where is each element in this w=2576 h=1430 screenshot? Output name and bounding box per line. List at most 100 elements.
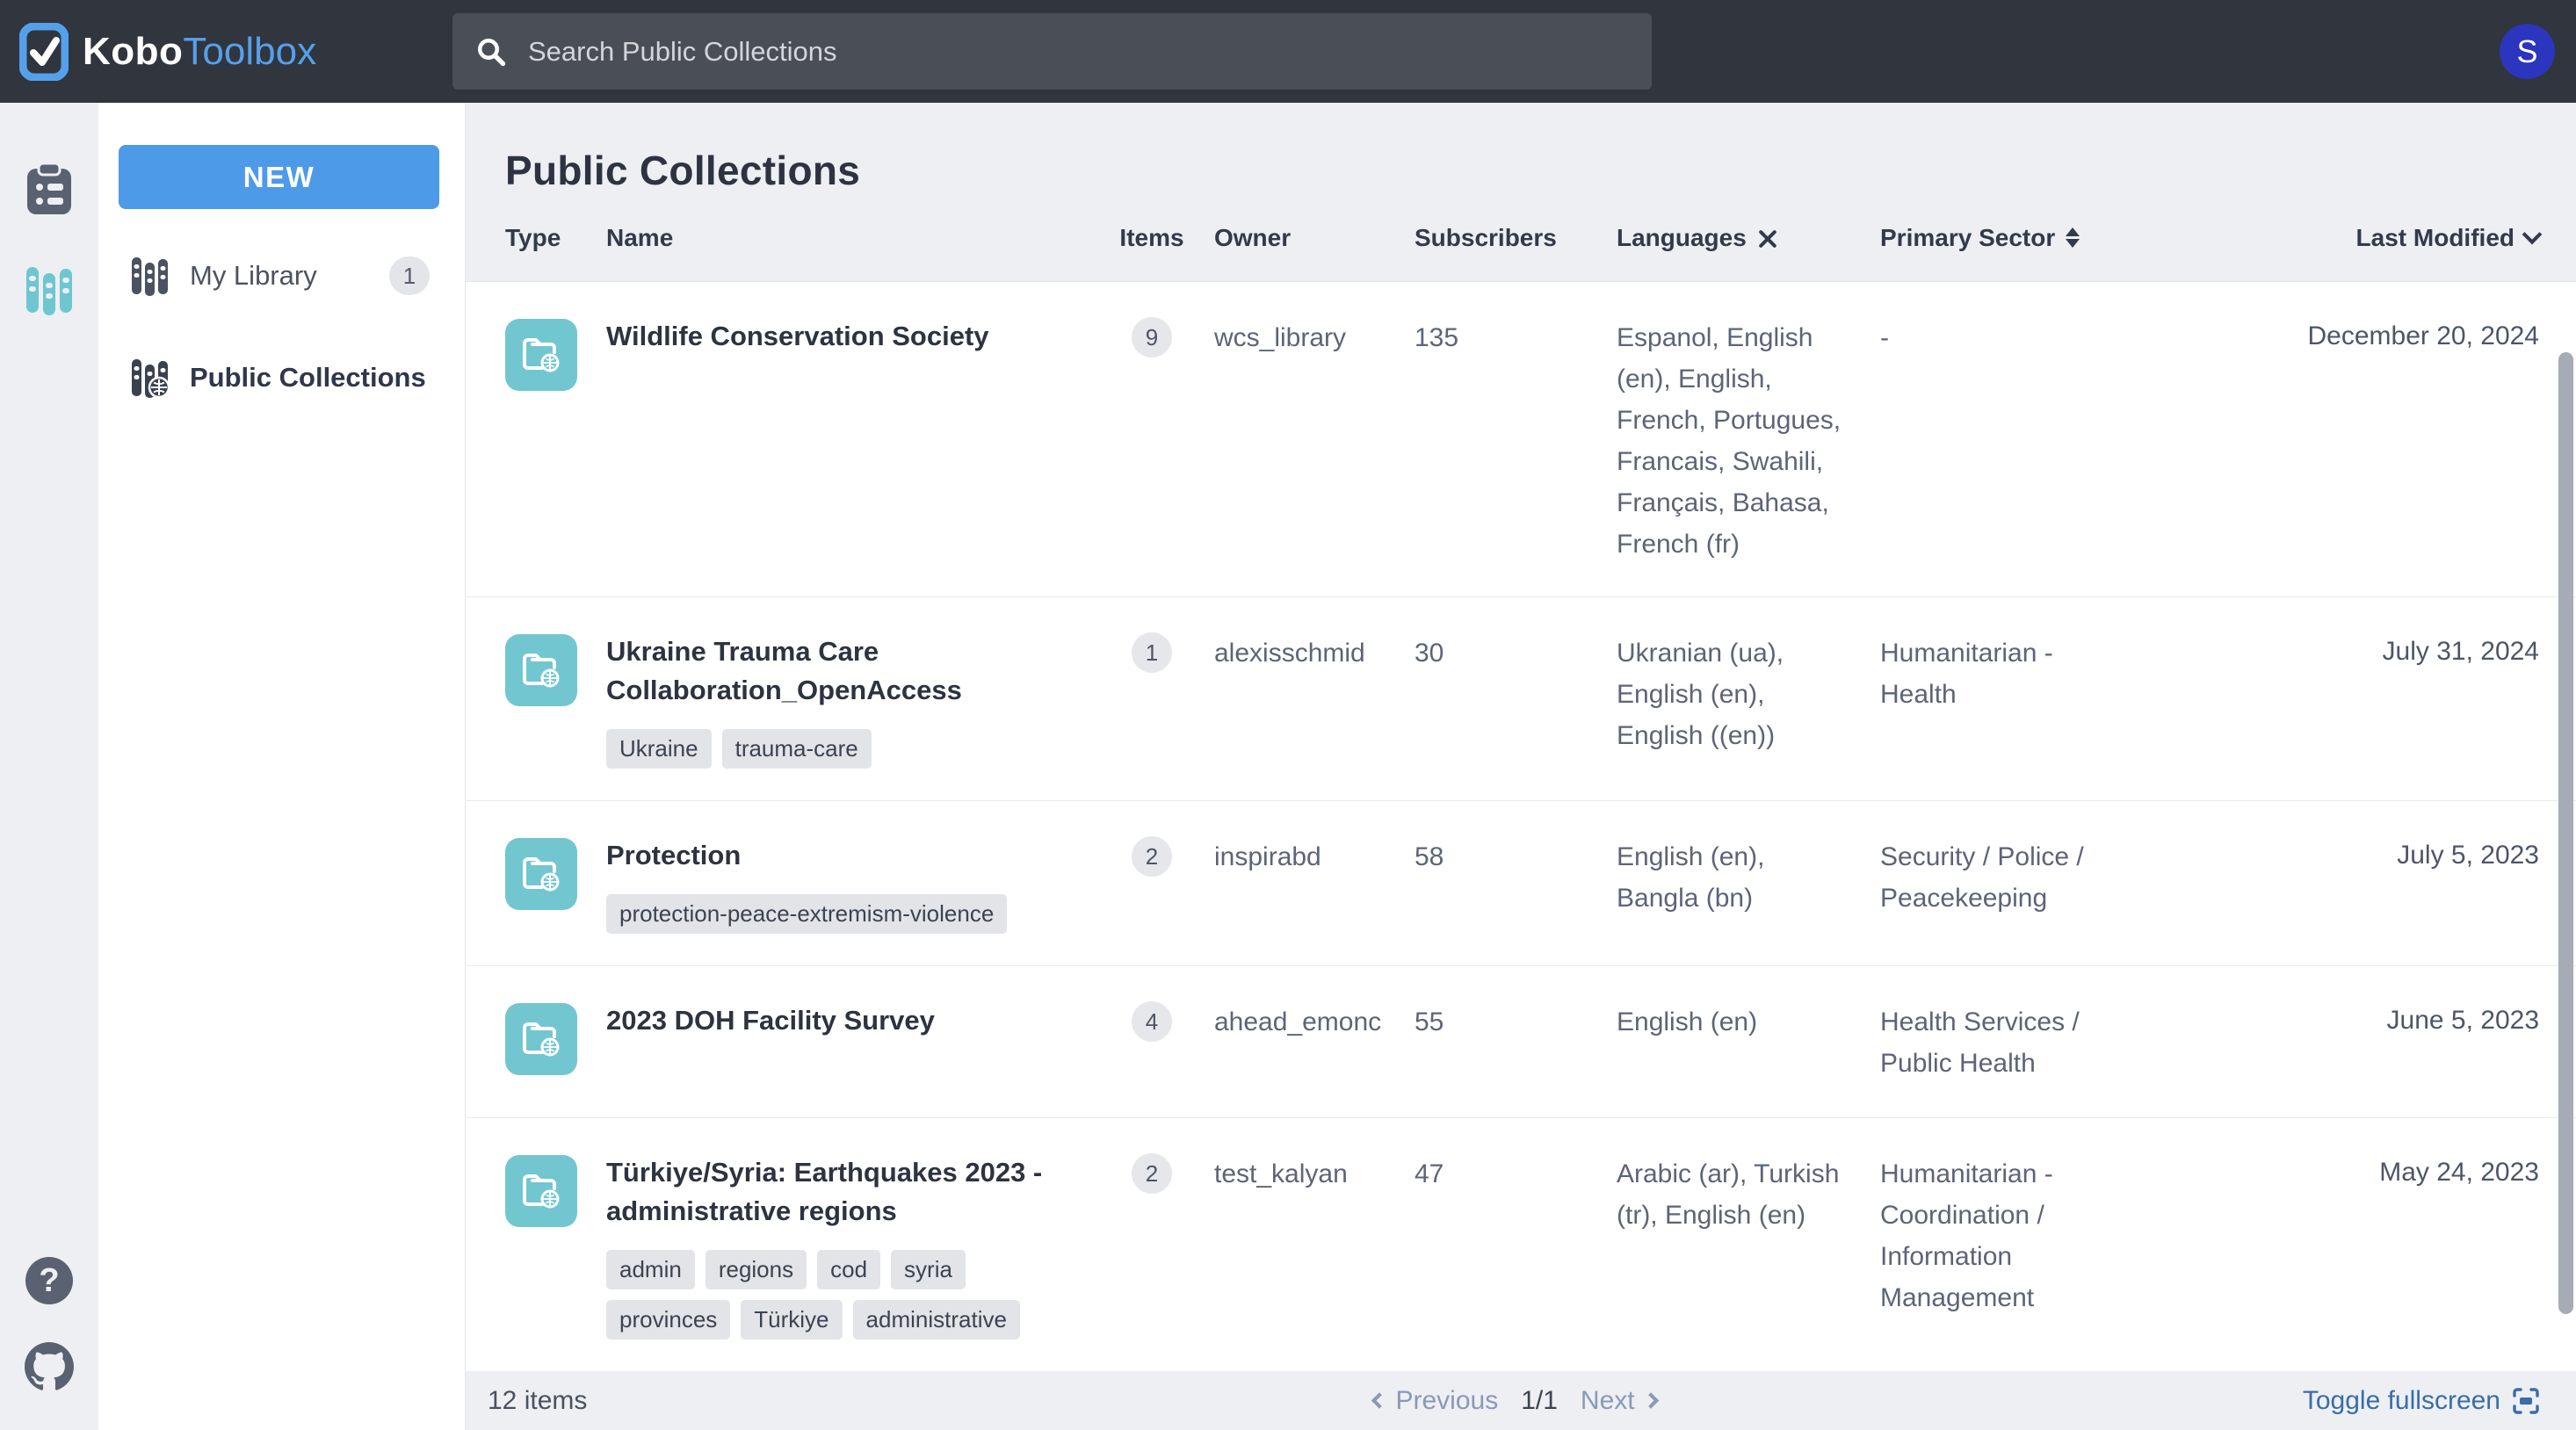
collection-name: 2023 DOH Facility Survey (606, 1001, 1089, 1040)
clear-filter-icon[interactable] (1757, 228, 1776, 248)
table-header: Type Name Items Owner Subscribers Langua… (466, 194, 2576, 281)
collection-type-icon (505, 1155, 577, 1227)
items-count-label: 12 items (488, 1386, 587, 1416)
tag: admin (606, 1250, 695, 1289)
table-footer: 12 items Previous 1/1 Next Toggle fullsc… (466, 1371, 2576, 1430)
chevron-left-icon (1371, 1393, 1387, 1409)
tag-list: protection-peace-extremism-violence (606, 894, 1089, 934)
items-count-badge: 9 (1132, 317, 1172, 358)
collection-type-icon (505, 838, 577, 910)
sidebar-item-label: My Library (190, 260, 389, 292)
modified-header-label: Last Modified (2356, 224, 2514, 252)
page-title: Public Collections (466, 103, 2576, 194)
primary-sector: Humanitarian - Health (1880, 632, 2154, 715)
column-header-languages[interactable]: Languages (1617, 224, 1880, 252)
last-modified: July 31, 2024 (2154, 632, 2539, 671)
primary-sector: Security / Police / Peacekeeping (1880, 836, 2154, 919)
primary-sector: Health Services / Public Health (1880, 1001, 2154, 1084)
sector-header-label: Primary Sector (1880, 224, 2055, 252)
vertical-scrollbar[interactable] (2558, 352, 2573, 1314)
subscribers: 30 (1415, 632, 1617, 674)
sidebar-item-my-library[interactable]: My Library 1 (98, 241, 465, 311)
previous-page-button[interactable]: Previous (1373, 1386, 1498, 1416)
global-search[interactable] (452, 13, 1652, 90)
github-icon[interactable] (21, 1339, 77, 1395)
icon-rail: ? (0, 103, 98, 1430)
collection-name: Wildlife Conservation Society (606, 317, 1089, 356)
public-collections-icon (130, 358, 170, 398)
last-modified: June 5, 2023 (2154, 1001, 2539, 1040)
items-count-badge: 2 (1132, 836, 1172, 877)
column-header-name: Name (606, 224, 1089, 252)
previous-label: Previous (1395, 1386, 1498, 1416)
user-avatar[interactable]: S (2500, 24, 2555, 79)
tag: syria (891, 1250, 966, 1289)
tag: Ukraine (606, 729, 712, 769)
sidebar-item-public-collections[interactable]: Public Collections (98, 343, 465, 413)
next-label: Next (1581, 1386, 1635, 1416)
help-icon[interactable]: ? (21, 1253, 77, 1309)
primary-sector: - (1880, 317, 2154, 358)
column-header-subscribers: Subscribers (1415, 224, 1617, 252)
projects-clipboard-icon[interactable] (21, 161, 77, 217)
languages: Ukranian (ua), English (en), English ((e… (1617, 632, 1880, 756)
collection-type-icon (505, 634, 577, 706)
column-header-type: Type (505, 224, 606, 252)
next-page-button[interactable]: Next (1581, 1386, 1657, 1416)
collection-type-icon (505, 319, 577, 391)
collection-type-icon (505, 1003, 577, 1075)
tag: provinces (606, 1300, 730, 1340)
my-library-count-badge: 1 (389, 256, 430, 295)
tag-list: Ukraine trauma-care (606, 729, 1089, 769)
subscribers: 135 (1415, 317, 1617, 358)
toggle-fullscreen-label: Toggle fullscreen (2303, 1386, 2500, 1416)
kobotoolbox-logo[interactable]: KoboToolbox (19, 23, 316, 81)
languages: English (en), Bangla (bn) (1617, 836, 1880, 919)
chevron-right-icon (1643, 1393, 1659, 1409)
tag-list: admin regions cod syria provinces Türkiy… (606, 1250, 1089, 1340)
table-row[interactable]: Türkiye/Syria: Earthquakes 2023 - admini… (466, 1118, 2576, 1371)
collection-name: Ukraine Trauma Care Collaboration_OpenAc… (606, 632, 1089, 710)
languages: English (en) (1617, 1001, 1880, 1043)
sort-icon (2066, 228, 2080, 248)
tag: Türkiye (741, 1300, 842, 1340)
my-library-icon (130, 256, 170, 296)
table-row[interactable]: Ukraine Trauma Care Collaboration_OpenAc… (466, 597, 2576, 801)
sidebar-item-label: Public Collections (190, 362, 430, 394)
pagination: Previous 1/1 Next (1373, 1386, 1656, 1416)
languages: Espanol, English (en), English, French, … (1617, 317, 1880, 565)
main-content: Public Collections Type Name Items Owner… (466, 103, 2576, 1430)
table-row[interactable]: Protection protection-peace-extremism-vi… (466, 801, 2576, 966)
table-row[interactable]: 2023 DOH Facility Survey 4 ahead_emonc 5… (466, 966, 2576, 1118)
sidebar: NEW My Library 1 Public Collections (98, 103, 466, 1430)
chevron-down-icon (2522, 224, 2543, 244)
column-header-primary-sector[interactable]: Primary Sector (1880, 224, 2154, 252)
collection-list: Wildlife Conservation Society 9 wcs_libr… (466, 281, 2576, 1371)
brand-toolbox-text: Toolbox (183, 30, 316, 74)
last-modified: May 24, 2023 (2154, 1153, 2539, 1192)
page-indicator: 1/1 (1521, 1386, 1558, 1416)
fullscreen-icon (2513, 1388, 2539, 1414)
library-books-icon[interactable] (21, 263, 77, 319)
items-count-badge: 2 (1132, 1153, 1172, 1194)
top-bar: KoboToolbox S (0, 0, 2576, 103)
tag: cod (817, 1250, 880, 1289)
subscribers: 58 (1415, 836, 1617, 878)
subscribers: 47 (1415, 1153, 1617, 1195)
column-header-owner: Owner (1214, 224, 1415, 252)
toggle-fullscreen-button[interactable]: Toggle fullscreen (2303, 1386, 2539, 1416)
search-input[interactable] (528, 36, 1629, 68)
new-button[interactable]: NEW (119, 145, 439, 209)
tag: trauma-care (722, 729, 872, 769)
collection-name: Türkiye/Syria: Earthquakes 2023 - admini… (606, 1153, 1089, 1231)
table-row[interactable]: Wildlife Conservation Society 9 wcs_libr… (466, 282, 2576, 597)
column-header-items: Items (1089, 224, 1214, 252)
languages-header-label: Languages (1617, 224, 1747, 252)
column-header-last-modified[interactable]: Last Modified (2154, 224, 2539, 252)
owner: alexisschmid (1214, 632, 1415, 674)
languages: Arabic (ar), Turkish (tr), English (en) (1617, 1153, 1880, 1236)
last-modified: December 20, 2024 (2154, 317, 2539, 356)
subscribers: 55 (1415, 1001, 1617, 1043)
owner: wcs_library (1214, 317, 1415, 358)
last-modified: July 5, 2023 (2154, 836, 2539, 875)
